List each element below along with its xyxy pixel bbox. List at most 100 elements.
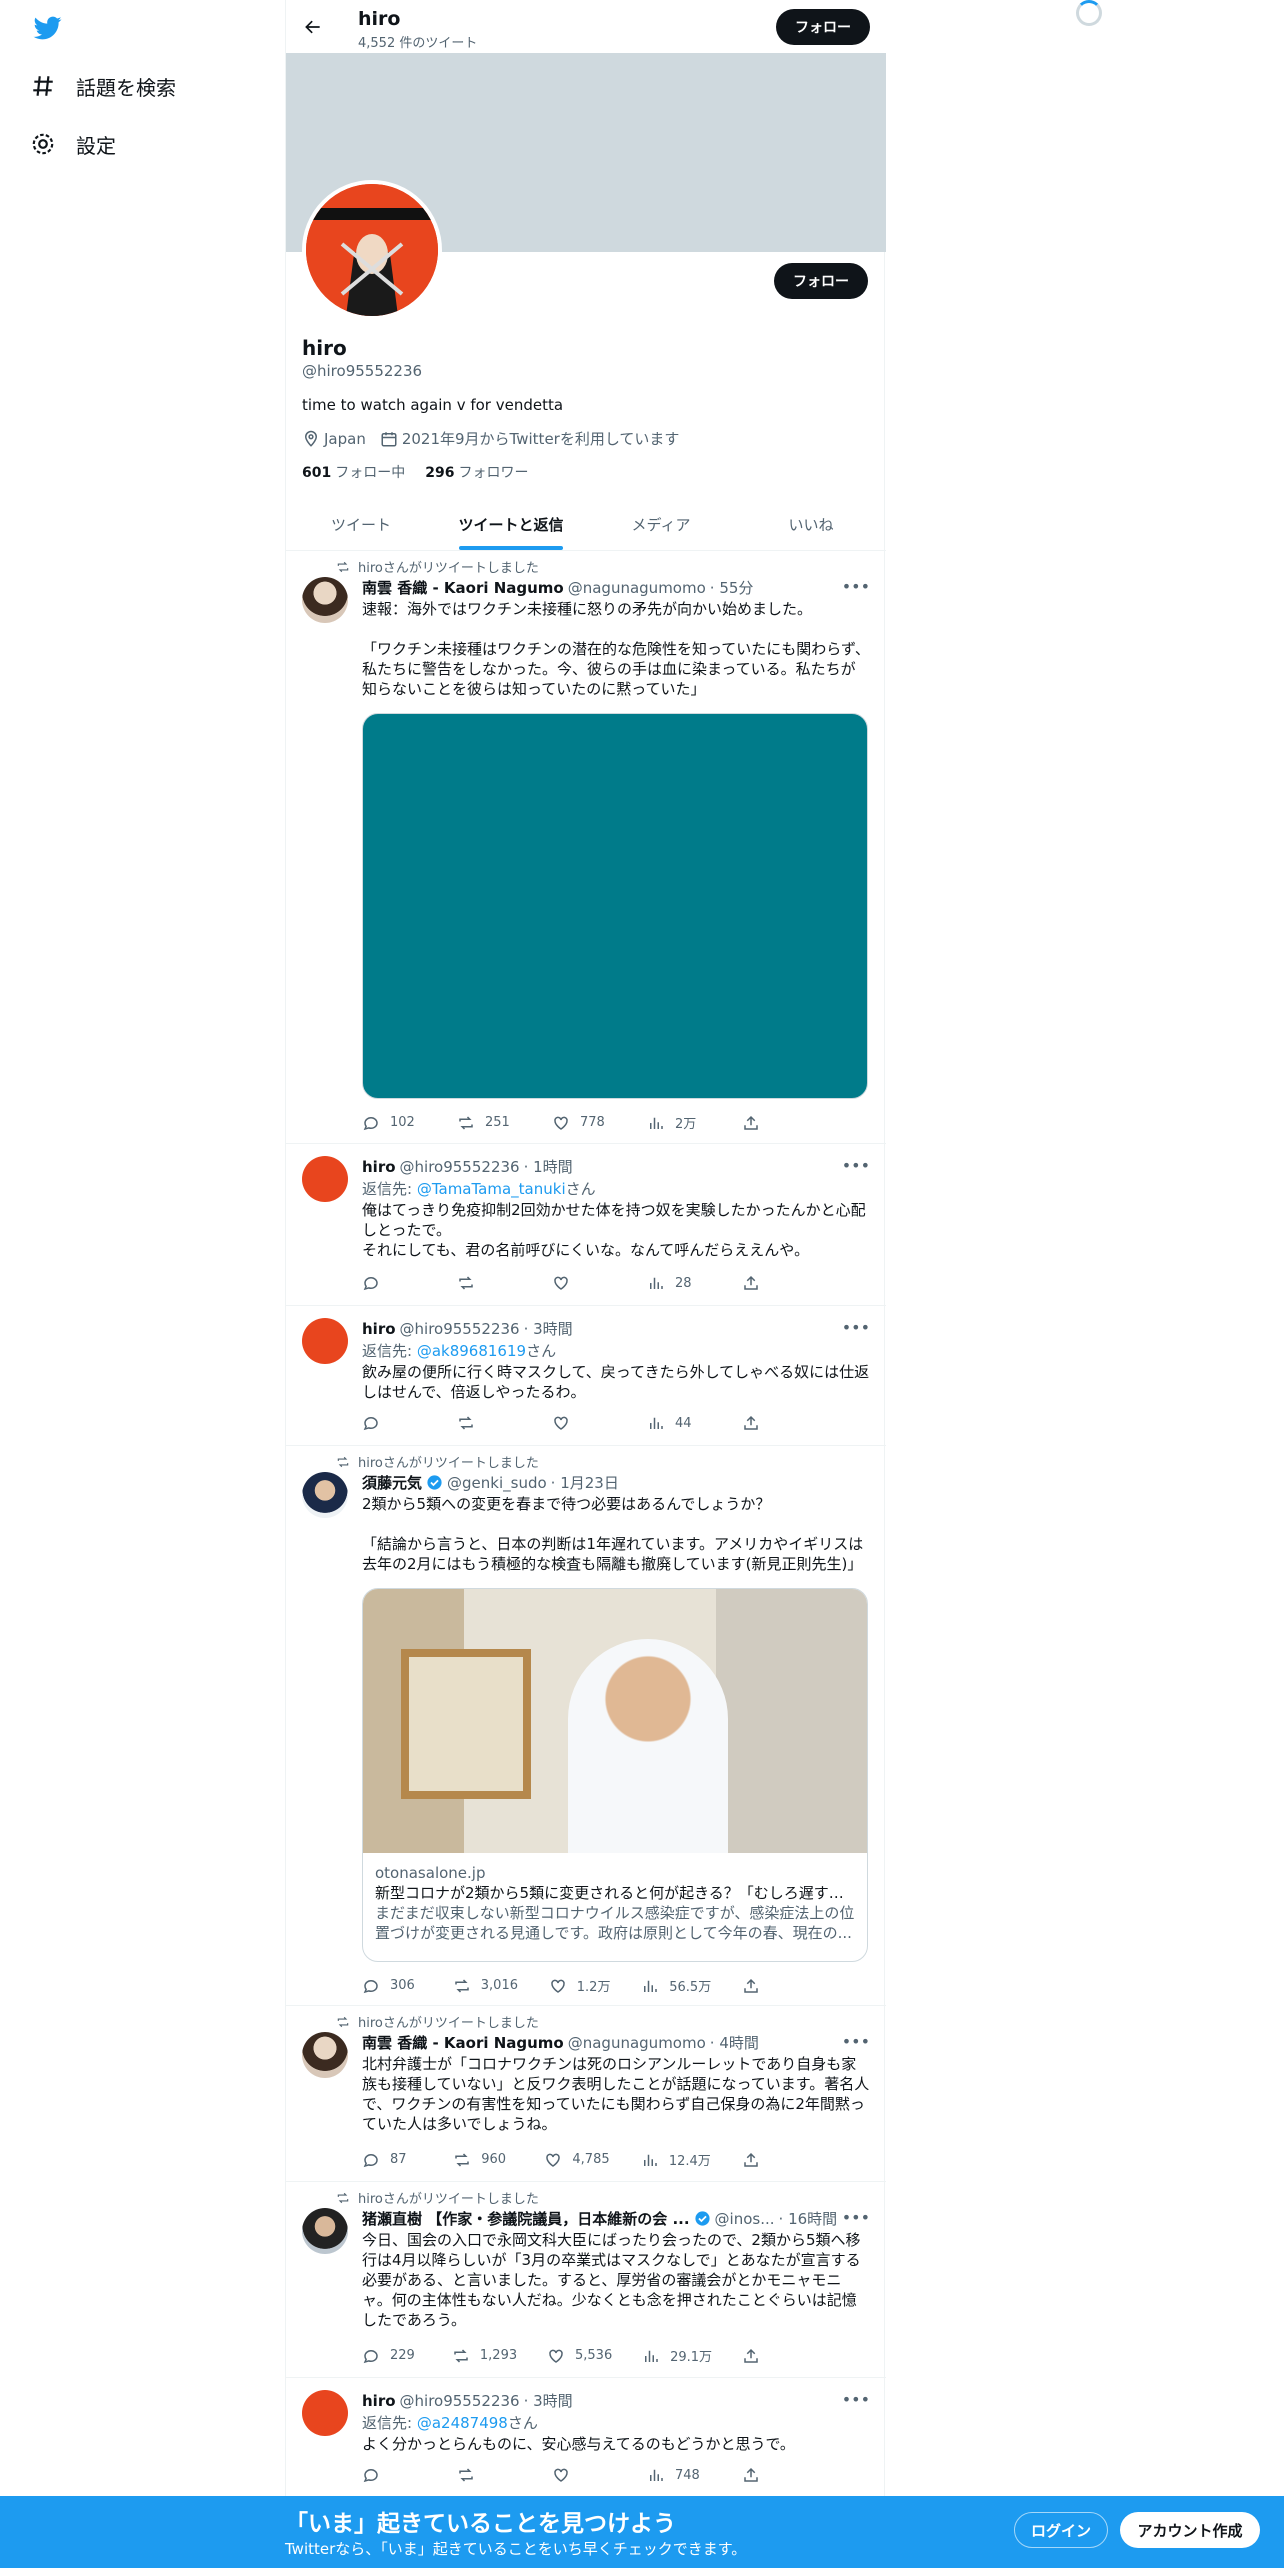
reply-button[interactable] xyxy=(362,1274,422,1292)
views-button[interactable]: 2万 xyxy=(647,1113,707,1132)
create-account-button[interactable]: アカウント作成 xyxy=(1120,2512,1260,2548)
more-options-icon[interactable]: ••• xyxy=(842,2208,870,2227)
tweet[interactable]: hiroさんがリツイートしました 南雲 香織 - Kaori Nagumo @n… xyxy=(286,2006,886,2182)
author-name[interactable]: 南雲 香織 - Kaori Nagumo xyxy=(362,2032,564,2053)
avatar[interactable] xyxy=(302,2208,348,2254)
tweet[interactable]: hiro @hiro95552236 · 3時間 ••• 返信先: @a2487… xyxy=(286,2378,886,2496)
more-options-icon[interactable]: ••• xyxy=(842,1318,870,1337)
retweet-button[interactable]: 251 xyxy=(457,1113,517,1132)
tab-tweets[interactable]: ツイート xyxy=(286,498,436,550)
retweet-button[interactable]: 3,016 xyxy=(453,1976,518,1995)
avatar[interactable] xyxy=(302,2032,348,2078)
tweet-time[interactable]: · 4時間 xyxy=(710,2032,759,2053)
author-name[interactable]: 須藤元気 xyxy=(362,1472,422,1493)
like-button[interactable] xyxy=(552,2466,612,2484)
retweet-button[interactable] xyxy=(457,2466,517,2484)
share-button[interactable] xyxy=(742,1976,802,1995)
nav-explore[interactable]: 話題を検索 xyxy=(30,64,176,108)
reply-to-link[interactable]: @TamaTama_tanuki xyxy=(417,1180,566,1198)
avatar[interactable] xyxy=(302,1156,348,1202)
retweet-button[interactable]: 1,293 xyxy=(452,2346,517,2365)
views-chart-icon xyxy=(644,1980,657,1992)
nav-settings[interactable]: 設定 xyxy=(30,122,116,166)
followers-link[interactable]: 296 フォロワー xyxy=(425,462,528,482)
like-button[interactable] xyxy=(552,1414,612,1432)
retweet-button[interactable] xyxy=(457,1414,517,1432)
tweet-header: hiro @hiro95552236 · 1時間 xyxy=(362,1156,573,1177)
share-button[interactable] xyxy=(742,2466,802,2484)
views-button[interactable]: 44 xyxy=(647,1414,707,1432)
avatar[interactable] xyxy=(302,1318,348,1364)
like-button[interactable]: 4,785 xyxy=(544,2150,610,2169)
tweet[interactable]: hiroさんがリツイートしました 猪瀬直樹 【作家・参議院議員，日本維新の会 .… xyxy=(286,2182,886,2378)
more-options-icon[interactable]: ••• xyxy=(842,577,870,596)
like-button[interactable]: 778 xyxy=(552,1113,612,1132)
profile-avatar[interactable] xyxy=(302,180,442,320)
reply-button[interactable]: 87 xyxy=(362,2150,422,2169)
reply-button[interactable]: 306 xyxy=(362,1976,422,1995)
author-handle[interactable]: @hiro95552236 xyxy=(400,2392,520,2410)
tab-likes[interactable]: いいね xyxy=(736,498,886,550)
reply-button[interactable] xyxy=(362,1414,422,1432)
share-button[interactable] xyxy=(742,1113,802,1132)
reply-button[interactable] xyxy=(362,2466,422,2484)
login-button[interactable]: ログイン xyxy=(1014,2512,1108,2548)
share-button[interactable] xyxy=(742,2346,802,2365)
tweet[interactable]: hiroさんがリツイートしました 須藤元気 @genki_sudo · 1月23… xyxy=(286,1446,886,2006)
share-button[interactable] xyxy=(742,1274,802,1292)
author-name[interactable]: hiro xyxy=(362,1320,396,1338)
author-handle[interactable]: @hiro95552236 xyxy=(400,1320,520,1338)
like-button[interactable]: 1.2万 xyxy=(549,1976,610,1995)
retweet-button[interactable]: 960 xyxy=(453,2150,513,2169)
tweet[interactable]: hiroさんがリツイートしました 南雲 香織 - Kaori Nagumo @n… xyxy=(286,551,886,1144)
author-handle[interactable]: @inos... xyxy=(715,2210,775,2228)
avatar[interactable] xyxy=(302,1472,348,1518)
link-card[interactable]: otonasalone.jp 新型コロナが2類から5類に変更されると何が起きる？… xyxy=(362,1588,868,1962)
share-button[interactable] xyxy=(742,2150,802,2169)
views-button[interactable]: 56.5万 xyxy=(641,1976,711,1995)
more-options-icon[interactable]: ••• xyxy=(842,1156,870,1175)
following-link[interactable]: 601 フォロー中 xyxy=(302,462,405,482)
author-handle[interactable]: @hiro95552236 xyxy=(400,1158,520,1176)
avatar[interactable] xyxy=(302,577,348,623)
view-count: 29.1万 xyxy=(670,2350,713,2365)
retweet-button[interactable] xyxy=(457,1274,517,1292)
tweet-time[interactable]: · 1月23日 xyxy=(551,1472,619,1493)
views-button[interactable]: 29.1万 xyxy=(642,2346,712,2365)
views-button[interactable]: 12.4万 xyxy=(641,2150,711,2169)
share-button[interactable] xyxy=(742,1414,802,1432)
reply-button[interactable]: 102 xyxy=(362,1113,422,1132)
author-name[interactable]: 猪瀬直樹 【作家・参議院議員，日本維新の会 ... xyxy=(362,2208,690,2229)
author-name[interactable]: hiro xyxy=(362,1158,396,1176)
tweet-time[interactable]: · 16時間 xyxy=(779,2208,838,2229)
author-handle[interactable]: @nagunagumomo xyxy=(568,579,706,597)
more-options-icon[interactable]: ••• xyxy=(842,2390,870,2409)
avatar[interactable] xyxy=(302,2390,348,2436)
views-button[interactable]: 748 xyxy=(647,2466,707,2484)
author-name[interactable]: 南雲 香織 - Kaori Nagumo xyxy=(362,577,564,598)
tweet[interactable]: hiro @hiro95552236 · 3時間 ••• 返信先: @ak896… xyxy=(286,1306,886,1446)
tab-tweets-and-replies[interactable]: ツイートと返信 xyxy=(436,498,586,550)
views-button[interactable]: 28 xyxy=(647,1274,707,1292)
like-button[interactable]: 5,536 xyxy=(547,2346,612,2365)
twitter-logo-icon[interactable] xyxy=(32,14,64,42)
tweet-time[interactable]: · 55分 xyxy=(710,577,754,598)
tweet-header: 猪瀬直樹 【作家・参議院議員，日本維新の会 ... @inos... · 16時… xyxy=(362,2208,837,2229)
like-button[interactable] xyxy=(552,1274,612,1292)
reply-to-link[interactable]: @a2487498 xyxy=(417,2414,508,2432)
header-follow-button[interactable]: フォロー xyxy=(776,9,870,45)
reply-to-link[interactable]: @ak89681619 xyxy=(417,1342,526,1360)
profile-follow-button[interactable]: フォロー xyxy=(774,263,868,299)
reply-button[interactable]: 229 xyxy=(362,2346,422,2365)
tweet-time[interactable]: · 3時間 xyxy=(524,2390,573,2411)
author-name[interactable]: hiro xyxy=(362,2392,396,2410)
back-button[interactable] xyxy=(298,12,328,42)
tweet-media-image[interactable] xyxy=(362,713,868,1099)
author-handle[interactable]: @genki_sudo xyxy=(447,1474,547,1492)
tab-media[interactable]: メディア xyxy=(586,498,736,550)
more-options-icon[interactable]: ••• xyxy=(842,2032,870,2051)
author-handle[interactable]: @nagunagumomo xyxy=(568,2034,706,2052)
tweet[interactable]: hiro @hiro95552236 · 1時間 ••• 返信先: @TamaT… xyxy=(286,1144,886,1306)
tweet-time[interactable]: · 1時間 xyxy=(524,1156,573,1177)
tweet-time[interactable]: · 3時間 xyxy=(524,1318,573,1339)
